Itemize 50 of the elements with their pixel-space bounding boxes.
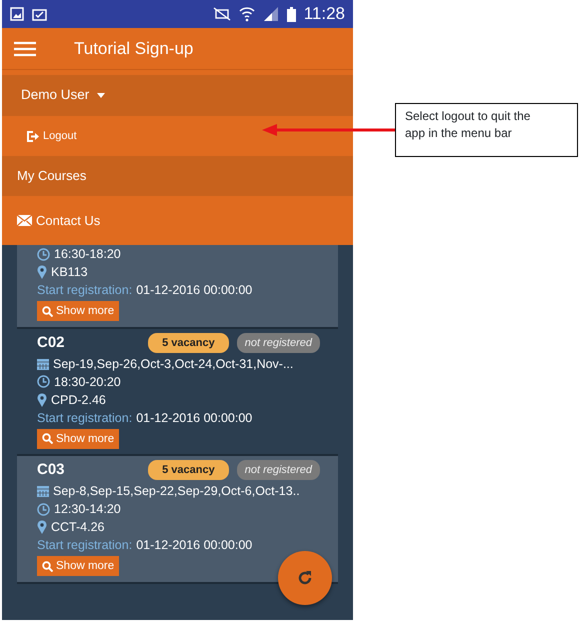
clock-icon (37, 502, 50, 516)
course-code: C02 (37, 334, 65, 352)
location-icon (37, 265, 47, 279)
wifi-icon (238, 6, 255, 22)
location-icon (37, 392, 47, 406)
show-more-button[interactable]: Show more (37, 301, 120, 321)
clipboard-icon (32, 7, 47, 21)
course-time: 12:30-14:20 (54, 501, 121, 518)
registration-date: 01-12-2016 00:00:00 (136, 410, 252, 426)
registration-date: 01-12-2016 00:00:00 (136, 537, 252, 554)
clock-icon (37, 248, 50, 260)
calendar-icon (37, 358, 49, 370)
logout-icon (27, 130, 39, 142)
registration-date: 01-12-2016 00:00:00 (136, 282, 252, 299)
course-room: CPD-2.46 (51, 392, 106, 408)
menu-item[interactable]: Contact Us (2, 210, 100, 230)
vacancy-badge: 5 vacancy (148, 460, 229, 480)
course-dates: Sep-8,Sep-15,Sep-22,Sep-29,Oct-6,Oct-13.. (53, 483, 300, 500)
course-room: KB113 (51, 264, 88, 281)
course-time: 16:30-18:20 (54, 246, 121, 263)
refresh-icon (297, 570, 313, 586)
show-more-button[interactable]: Show more (37, 428, 120, 448)
menu-item[interactable]: My Courses (2, 166, 86, 186)
search-icon (42, 306, 53, 316)
course-room: CCT-4.26 (51, 519, 104, 536)
app-title: Tutorial Sign-up (74, 38, 194, 60)
status-badge: not registered (236, 332, 320, 352)
course-dates: Sep-19,Sep-26,Oct-3,Oct-24,Oct-31,Nov-... (53, 356, 294, 372)
course-time: 18:30-20:20 (54, 374, 121, 390)
vacancy-badge: 5 vacancy (148, 332, 229, 352)
signal-icon (262, 7, 279, 21)
battery-icon (286, 6, 296, 22)
user-dropdown[interactable]: Demo User (2, 85, 112, 106)
registration-label: Start registration: (37, 410, 132, 426)
registration-label: Start registration: (37, 282, 132, 299)
status-badge: not registered (236, 460, 320, 480)
location-icon (37, 520, 47, 534)
show-more-button[interactable]: Show more (37, 556, 120, 576)
callout-note: Select logout to quit the app in the menu bar (395, 103, 578, 157)
registration-label: Start registration: (37, 537, 132, 554)
menu-item[interactable]: Logout (2, 128, 77, 144)
calendar-icon (37, 485, 49, 497)
image-icon (10, 7, 24, 21)
menu-icon[interactable] (14, 40, 36, 56)
course-code: C03 (37, 461, 65, 479)
envelope-icon (17, 215, 32, 226)
search-icon (42, 433, 53, 444)
status-time: 11:28 (304, 3, 345, 26)
clock-icon (37, 375, 50, 388)
search-icon (42, 560, 53, 572)
